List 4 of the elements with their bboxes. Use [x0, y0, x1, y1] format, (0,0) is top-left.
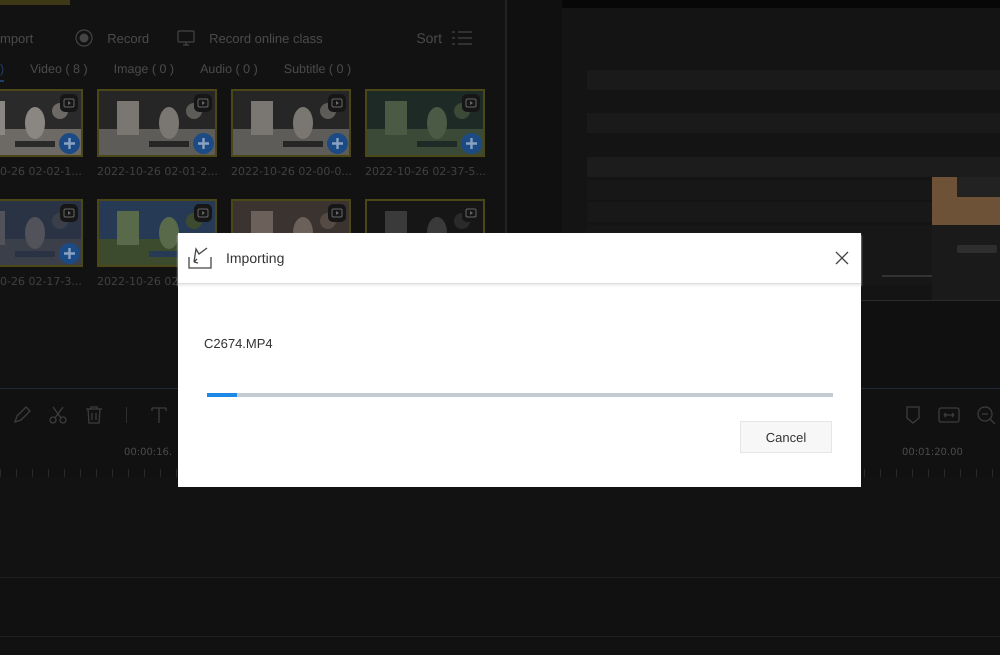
- time-label: 00:01:20.00: [902, 447, 963, 458]
- time-label: 00:00:16.: [124, 447, 172, 458]
- dialog-title: Importing: [226, 250, 286, 266]
- file-name: C2674.MP4: [204, 336, 273, 351]
